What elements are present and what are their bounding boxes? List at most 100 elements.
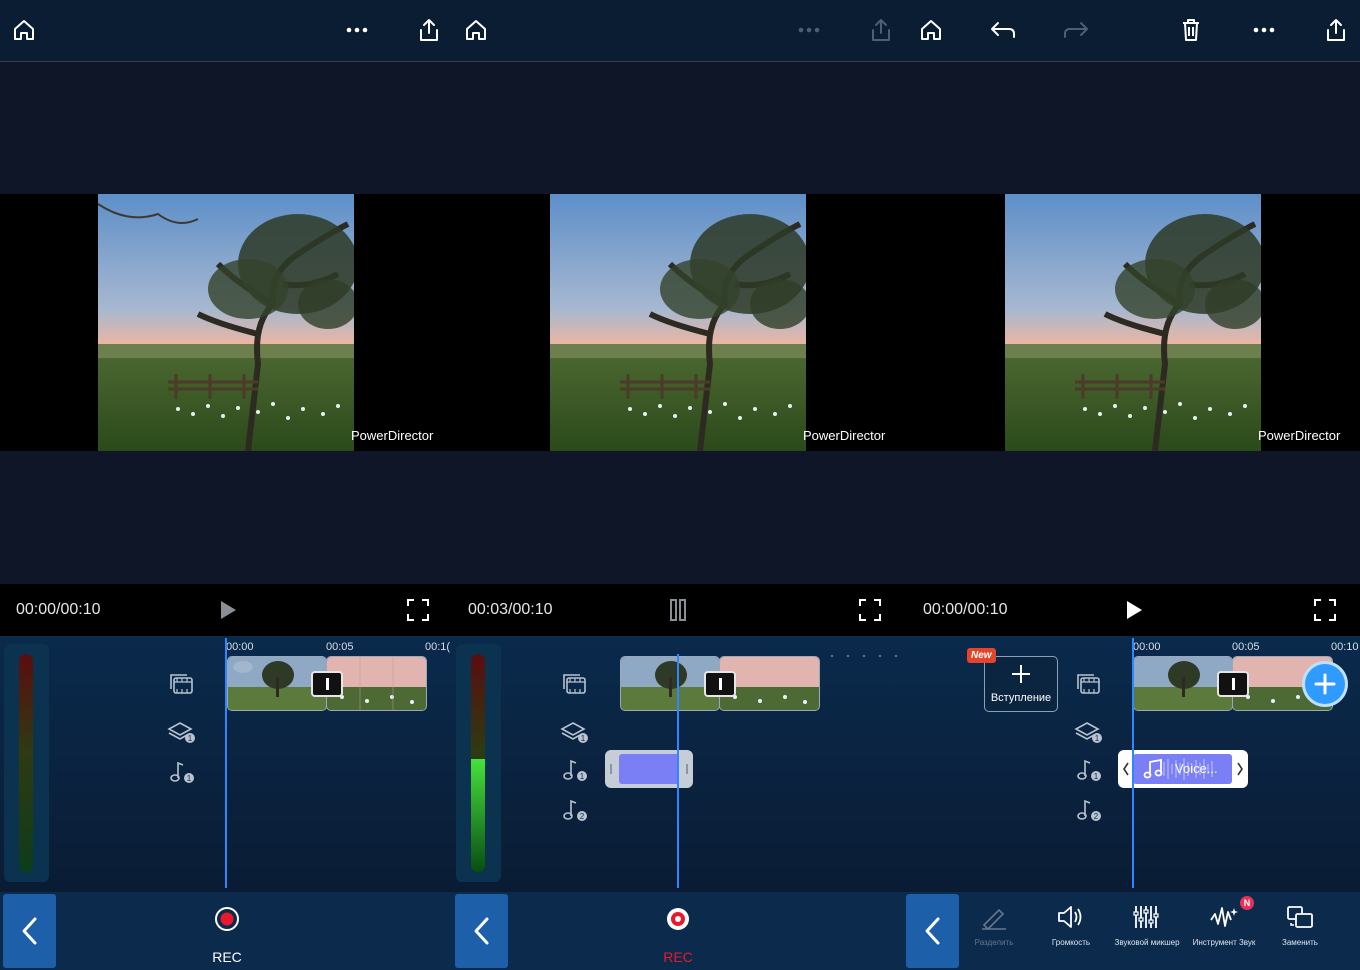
timecode: 00:00/00:10 <box>16 601 101 618</box>
watermark: PowerDirector <box>803 428 886 443</box>
more-icon <box>794 15 824 45</box>
music-note-icon <box>1143 758 1163 779</box>
timeline: 1 1 00:00 00:05 00:1( 1 1 2 Вступление N… <box>0 636 1360 892</box>
chevron-left-icon <box>925 917 939 945</box>
trim-left-handle[interactable] <box>1122 762 1130 776</box>
home-icon[interactable] <box>9 15 39 45</box>
redo-icon <box>1061 15 1091 45</box>
audio-tool-button[interactable]: Инструмент Звук <box>1189 904 1259 947</box>
overlay-track-icon: 1 <box>1073 718 1103 746</box>
play-icon[interactable] <box>216 598 240 622</box>
ruler-label: 00:05 <box>1232 641 1260 653</box>
stop-record-icon[interactable] <box>665 906 691 932</box>
trash-icon[interactable] <box>1176 15 1206 45</box>
tool-label: Разделить <box>974 938 1014 947</box>
rec-label[interactable]: REC <box>648 949 708 965</box>
svg-text:1: 1 <box>1094 772 1099 781</box>
tool-label: Заменить <box>1282 938 1318 947</box>
preview-frame <box>1005 194 1261 451</box>
music-track-2-icon: 2 <box>1073 796 1103 824</box>
record-icon[interactable] <box>214 906 240 932</box>
level-fill <box>471 759 485 872</box>
svg-text:1: 1 <box>188 734 193 743</box>
preview-frame <box>98 194 354 451</box>
volume-icon <box>1058 906 1082 928</box>
tool-label: Звуковой микшер <box>1114 938 1180 947</box>
timecode: 00:00/00:10 <box>923 601 1008 618</box>
ruler-label: 00:00 <box>226 641 254 653</box>
video-track-icon <box>559 670 589 698</box>
more-icon[interactable] <box>1249 15 1279 45</box>
share-icon <box>866 15 896 45</box>
level-track <box>19 654 33 872</box>
add-media-button[interactable] <box>1305 664 1345 704</box>
undo-icon[interactable] <box>988 15 1018 45</box>
audio-level-meter <box>456 644 501 882</box>
top-toolbar <box>0 0 1360 62</box>
chevron-left-icon <box>22 917 36 945</box>
transition-marker[interactable] <box>311 671 343 697</box>
trim-right-handle[interactable] <box>1236 762 1244 776</box>
fullscreen-icon[interactable] <box>858 598 882 622</box>
ruler-label: 00:00 <box>1133 641 1161 653</box>
audio-level-meter <box>4 644 49 882</box>
more-icon[interactable] <box>342 15 372 45</box>
voice-clip-label: Voice... <box>1175 761 1218 776</box>
transition-marker[interactable] <box>704 671 736 697</box>
intro-label: Вступление <box>990 692 1052 704</box>
audio-mixer-button[interactable]: Звуковой микшер <box>1112 904 1182 947</box>
preview-frame <box>550 194 806 451</box>
ruler-label: 00:1( <box>425 641 450 653</box>
pause-icon[interactable] <box>666 598 690 622</box>
split-icon <box>982 908 1006 931</box>
music-track-2-icon: 2 <box>559 796 589 824</box>
rec-label[interactable]: REC <box>197 949 257 965</box>
voice-clip[interactable]: Voice... <box>1118 750 1248 788</box>
music-track-icon: 1 <box>1073 756 1103 784</box>
replace-icon <box>1287 906 1313 928</box>
split-button: Разделить <box>959 904 1029 947</box>
watermark: PowerDirector <box>1258 428 1341 443</box>
ruler-label: 00:10 <box>1331 641 1359 653</box>
svg-text:1: 1 <box>1095 734 1100 743</box>
fullscreen-icon[interactable] <box>1313 598 1337 622</box>
ruler-ticks <box>831 655 897 657</box>
recording-clip[interactable] <box>605 750 693 788</box>
svg-text:1: 1 <box>580 772 585 781</box>
playhead[interactable] <box>677 654 679 888</box>
home-icon[interactable] <box>461 15 491 45</box>
intro-button[interactable]: Вступление <box>984 656 1058 712</box>
back-button[interactable] <box>906 894 959 968</box>
timecode: 00:03/00:10 <box>468 601 553 618</box>
transition-marker[interactable] <box>1217 671 1249 697</box>
video-track-icon <box>1073 670 1103 698</box>
mixer-icon <box>1133 906 1159 928</box>
playhead[interactable] <box>1132 638 1134 888</box>
share-icon[interactable] <box>414 15 444 45</box>
playback-bar: 00:00/00:10 00:03/00:10 00:00/00:10 <box>0 584 1360 636</box>
fullscreen-icon[interactable] <box>406 598 430 622</box>
watermark: PowerDirector <box>351 428 434 443</box>
chevron-left-icon <box>474 917 488 945</box>
back-button[interactable] <box>455 894 508 968</box>
new-badge: New <box>967 648 996 663</box>
tool-label: Инструмент Звук <box>1192 938 1256 947</box>
music-track-icon: 1 <box>166 758 196 786</box>
video-track-icon <box>166 670 196 698</box>
svg-text:2: 2 <box>1094 812 1099 821</box>
replace-button[interactable]: Заменить <box>1265 904 1335 947</box>
bottom-toolbar: REC REC Разделить Громкость Звуковой мик… <box>0 892 1360 970</box>
notification-badge: N <box>1240 896 1254 910</box>
audio-tool-icon <box>1210 907 1238 927</box>
play-icon[interactable] <box>1122 598 1146 622</box>
ruler-label: 00:05 <box>326 641 354 653</box>
volume-button[interactable]: Громкость <box>1036 904 1106 947</box>
tool-label: Громкость <box>1051 938 1091 947</box>
music-track-icon: 1 <box>559 756 589 784</box>
playhead[interactable] <box>225 638 227 888</box>
svg-text:2: 2 <box>580 812 585 821</box>
svg-text:1: 1 <box>187 774 192 783</box>
back-button[interactable] <box>3 894 56 968</box>
home-icon[interactable] <box>916 15 946 45</box>
share-icon[interactable] <box>1321 15 1351 45</box>
